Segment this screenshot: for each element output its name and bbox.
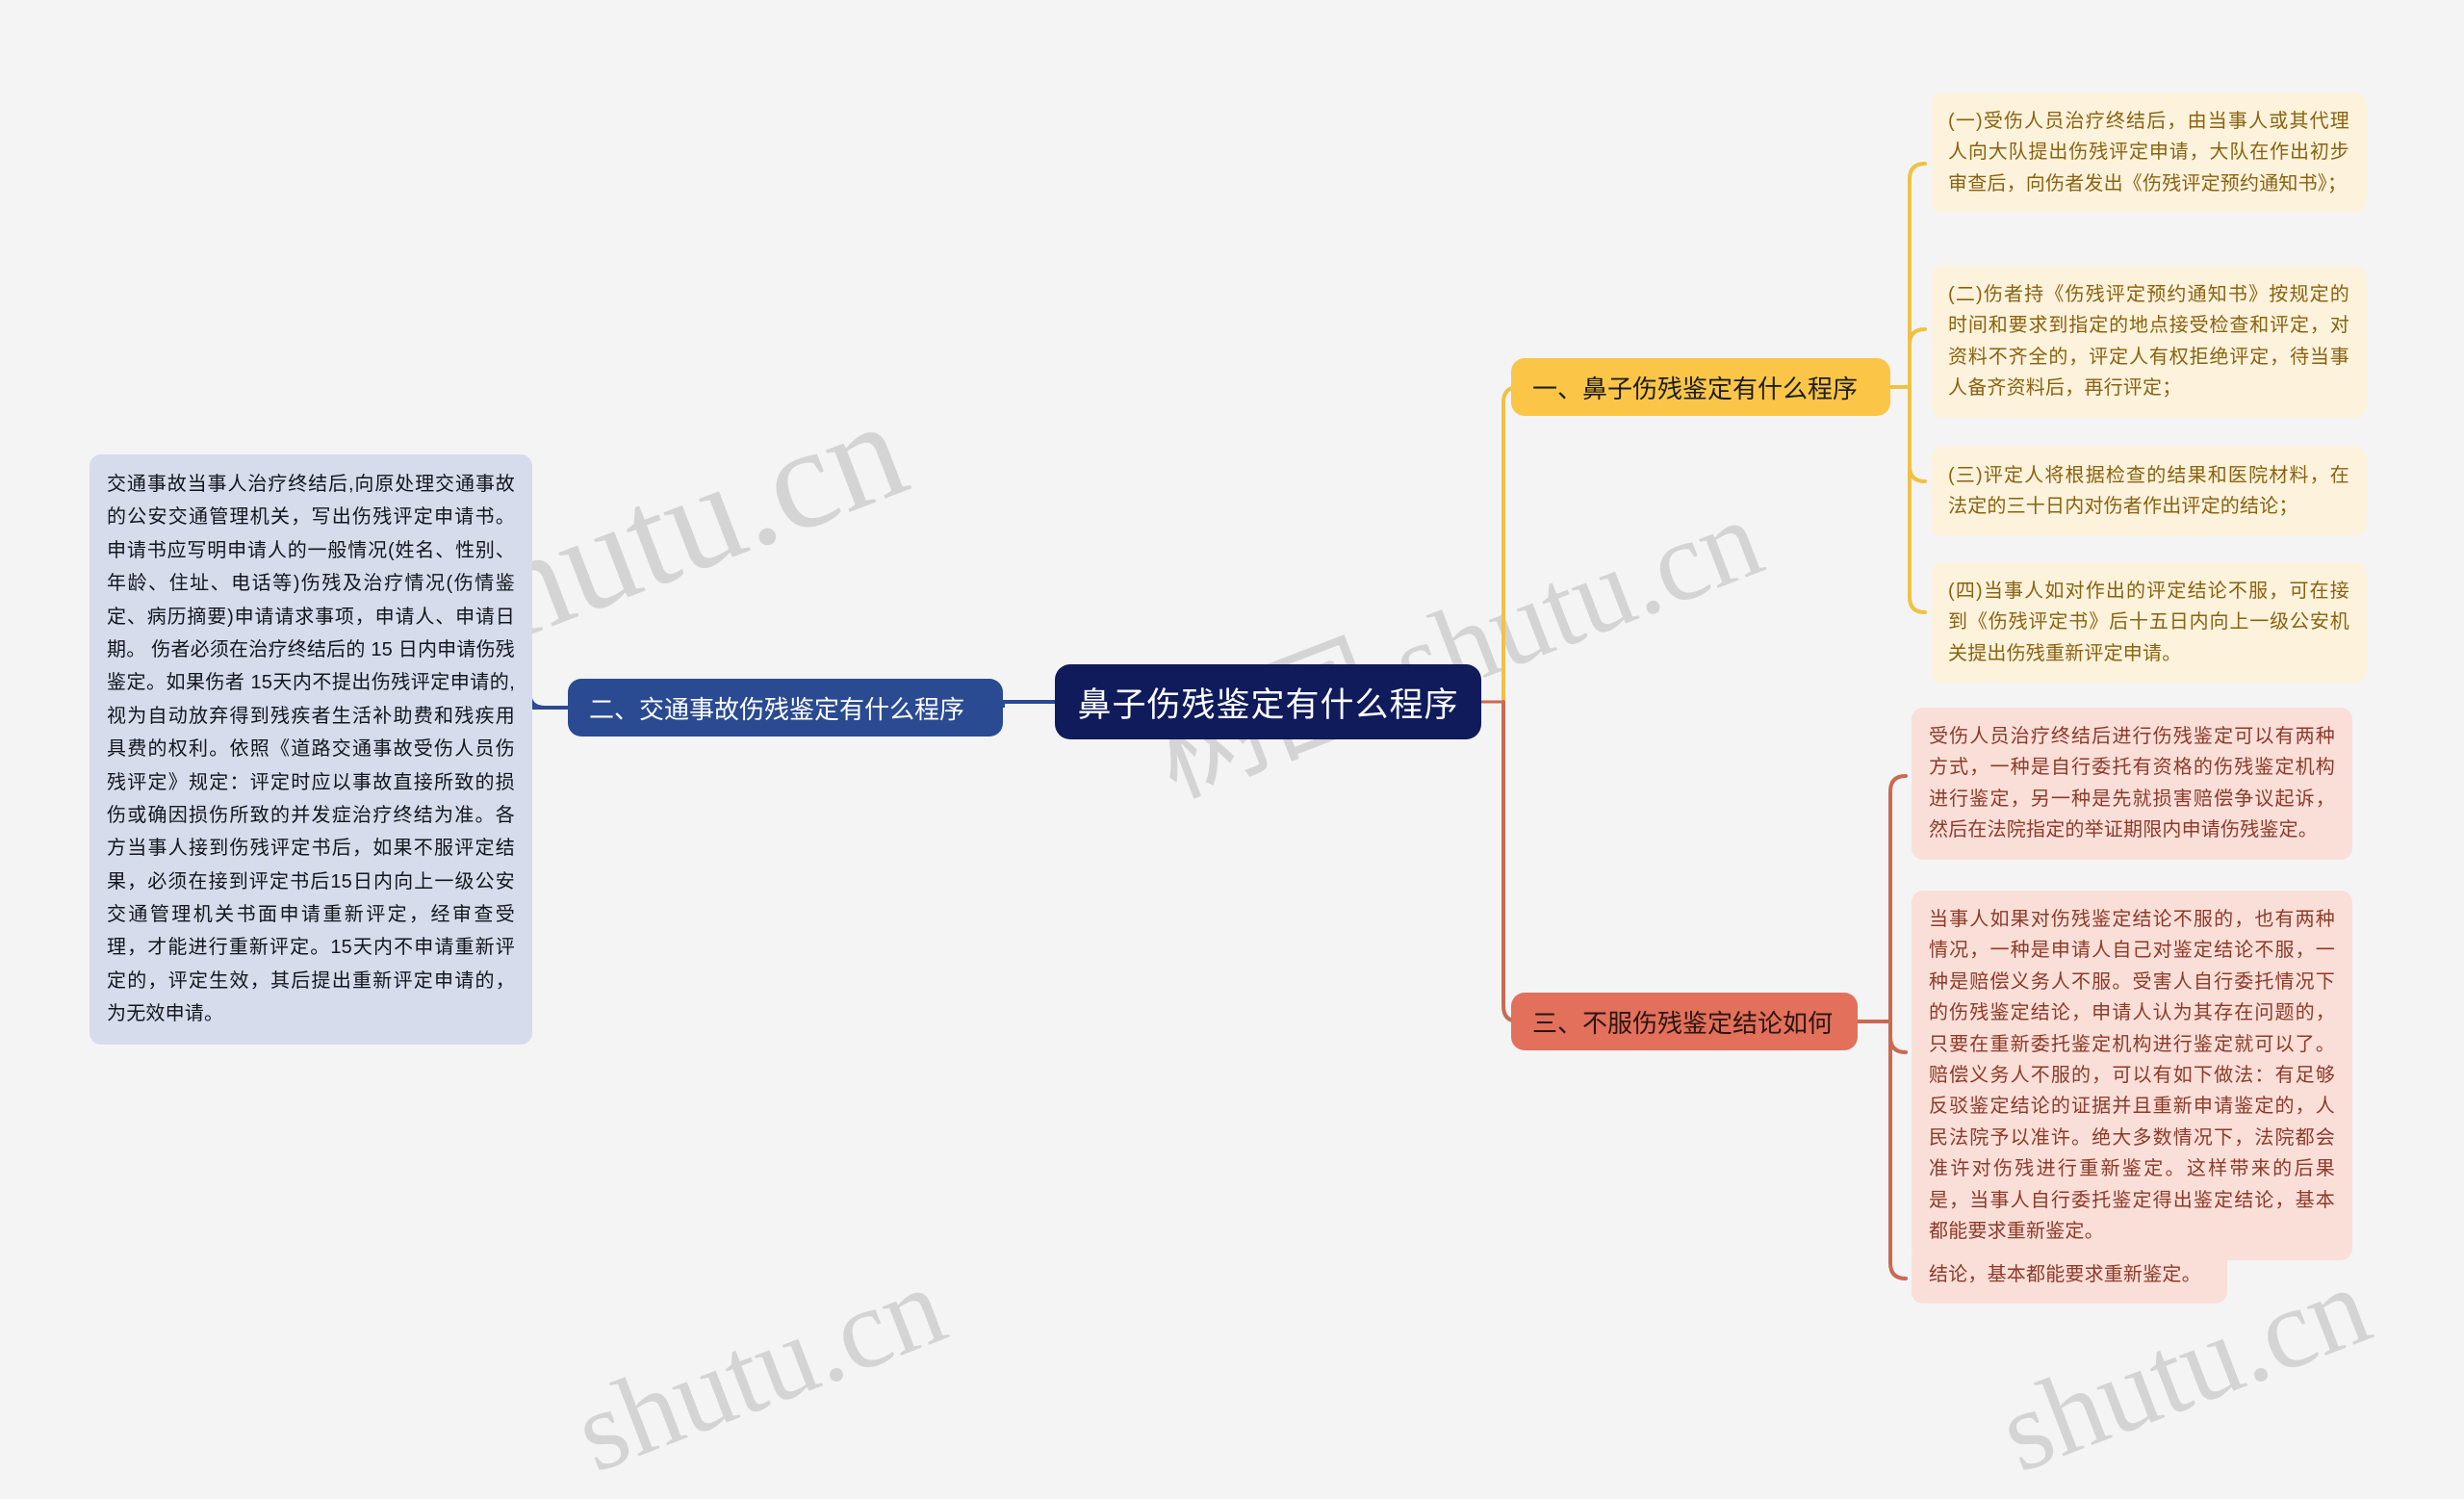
mindmap-canvas: shutu.cn 树图 shutu.cn shutu.cn shutu.cn 鼻… [0,0,2464,1496]
root-node-label: 鼻子伤残鉴定有什么程序 [1077,685,1459,724]
branch-node-3-label: 三、不服伤残鉴定结论如何 [1532,1008,1834,1038]
branch-node-3[interactable]: 三、不服伤残鉴定结论如何 [1511,993,1858,1050]
watermark-shutu-bottom-left: shutu.cn [558,1241,961,1497]
branch-node-2[interactable]: 二、交通事故伤残鉴定有什么程序 [568,679,1003,737]
branch-node-1-label: 一、鼻子伤残鉴定有什么程序 [1532,374,1859,403]
watermark-shutu-center: 树图 shutu.cn [1137,474,1778,821]
leaf-card-1-2[interactable]: (二)伤者持《伤残评定预约通知书》按规定的时间和要求到指定的地点接受检查和评定，… [1931,266,2367,418]
branch-node-1[interactable]: 一、鼻子伤残鉴定有什么程序 [1511,358,1890,416]
leaf-card-1-4[interactable]: (四)当事人如对作出的评定结论不服，可在接到《伤残评定书》后十五日内向上一级公安… [1931,562,2367,684]
leaf-card-3-1[interactable]: 受伤人员治疗终结后进行伤残鉴定可以有两种方式，一种是自行委托有资格的伤残鉴定机构… [1912,708,2352,860]
root-node[interactable]: 鼻子伤残鉴定有什么程序 [1055,664,1481,739]
leaf-card-1-3[interactable]: (三)评定人将根据检查的结果和医院材料，在法定的三十日内对伤者作出评定的结论； [1931,447,2367,536]
leaf-card-3-2[interactable]: 当事人如果对伤残鉴定结论不服的，也有两种情况，一种是申请人自己对鉴定结论不服，一… [1912,891,2352,1261]
leaf-card-1-1[interactable]: (一)受伤人员治疗终结后，由当事人或其代理人向大队提出伤残评定申请，大队在作出初… [1931,92,2367,214]
leaf-card-2-1[interactable]: 交通事故当事人治疗终结后,向原处理交通事故的公安交通管理机关，写出伤残评定申请书… [90,454,532,1045]
branch-node-2-label: 二、交通事故伤残鉴定有什么程序 [589,694,965,724]
leaf-card-3-3[interactable]: 结论，基本都能要求重新鉴定。 [1912,1246,2227,1305]
